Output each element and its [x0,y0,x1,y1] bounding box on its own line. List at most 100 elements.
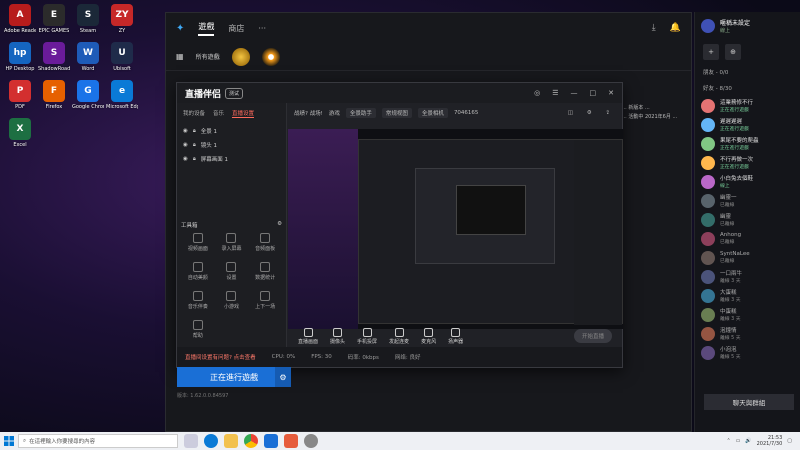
desktop-shortcut[interactable]: P PDF [4,80,36,110]
scene-item[interactable]: ◉ 🔒︎ 全景 1 [177,124,286,138]
stream-bottom-button[interactable]: 扬声器 [448,327,463,345]
friend-item[interactable]: 不行再做一次 正在進行遊戲 [695,153,800,172]
tab-games[interactable]: 遊戲 [198,21,215,36]
stream-bottom-button[interactable]: 麦克风 [421,327,436,345]
tool-item[interactable]: 上下一场 [248,291,282,310]
friend-item[interactable]: 遲遲遲遲 正在進行遊戲 [695,115,800,134]
window-control-icon[interactable]: ◎ [534,89,540,97]
friend-item[interactable]: 大蛋糕 離線 3 天 [695,286,800,305]
desktop-shortcut[interactable]: U Ubisoft [106,42,138,72]
tool-item[interactable]: 音乐伴奏 [181,291,215,310]
clock[interactable]: 21:53 2021/7/30 [757,435,783,447]
stream-preview[interactable] [288,129,623,329]
desktop-shortcut[interactable]: X Excel [4,118,36,148]
desktop-shortcut[interactable]: hp HP Desktop [4,42,36,72]
edge-icon[interactable] [204,434,218,448]
tab-battle[interactable]: 战绩? 战场! [294,109,323,117]
lock-icon[interactable]: 🔒︎ [193,156,196,163]
tool-item[interactable]: 数据统计 [248,262,282,281]
my-profile[interactable]: 暱稱未設定 線上 [695,12,800,40]
download-icon[interactable]: ⤓ [652,23,656,33]
window-control-icon[interactable]: ☰ [552,89,558,97]
chrome-icon[interactable] [244,434,258,448]
eye-icon[interactable]: ◉ [183,142,188,148]
all-games-label[interactable]: 所有遊戲 [196,52,220,61]
friend-item[interactable]: 小泡泡 離線 5 天 [695,343,800,362]
add-group-icon[interactable]: ⊕ [725,44,741,60]
desktop-shortcut[interactable]: S Steam [72,4,104,34]
friend-item[interactable]: SyntNaLee 已離線 [695,248,800,267]
tab-panorama-camera[interactable]: 全景相机 [417,108,448,118]
window-control-icon[interactable]: □ [590,89,597,97]
tab-my-devices[interactable]: 我的设备 [183,109,205,118]
notification-icon[interactable]: ▢ [787,438,792,444]
add-friend-icon[interactable]: + [703,44,719,60]
friend-item[interactable]: 泡鐘情 離線 5 天 [695,324,800,343]
friend-item[interactable]: 幽靈 已離線 [695,210,800,229]
window-control-icon[interactable]: ✕ [608,89,614,97]
tab-live-settings[interactable]: 直播设置 [232,109,255,118]
stream-bottom-button[interactable]: 手机投屏 [357,327,377,345]
stream-bottom-button[interactable]: 摄像头 [330,327,345,345]
taskbar-search-input[interactable]: ⌕ 在這裡輸入你要搜尋的內容 [18,434,178,448]
desktop-shortcut[interactable]: G Google Chrome [72,80,104,110]
friend-item[interactable]: 這業務修不行 正在進行遊戲 [695,96,800,115]
tool-item[interactable]: 帮助 [181,320,215,339]
desktop-shortcut[interactable]: ZY ZY [106,4,138,34]
overwatch-game-icon[interactable] [261,47,280,66]
desktop-shortcut[interactable]: A Adobe Reader [4,4,36,34]
gear-icon[interactable]: ⚙ [275,367,291,387]
friend-item[interactable]: 幽靈一 已離線 [695,191,800,210]
stream-bottom-button[interactable]: 发起连麦 [389,327,409,345]
stream-app-taskbar-icon[interactable] [284,434,298,448]
hearthstone-game-icon[interactable] [231,47,250,66]
lock-icon[interactable]: 🔒︎ [193,142,196,149]
volume-icon[interactable]: 🔊 [745,438,751,444]
desktop-shortcut[interactable]: S ShadowRoad [38,42,70,72]
friend-item[interactable]: 果尾不要的爬蟲 正在進行遊戲 [695,134,800,153]
tool-item[interactable]: 设置 [215,262,249,281]
toolbox-settings-icon[interactable]: ⚙ [277,221,282,229]
grid-icon[interactable]: ▦ [176,52,184,61]
eye-icon[interactable]: ◉ [183,156,188,162]
friend-item[interactable]: 一口兩牛 離線 3 天 [695,267,800,286]
friend-item[interactable]: 中蛋糕 離線 3 天 [695,305,800,324]
desktop-shortcut[interactable]: E EPIC GAMES [38,4,70,34]
network-icon[interactable]: ▭ [736,438,741,444]
battle-net-icon[interactable] [264,434,278,448]
tab-panorama[interactable]: 全景助手 [345,108,376,118]
scene-item[interactable]: ◉ 🔒︎ 屏幕画面 1 [177,152,286,166]
tab-more[interactable]: ··· [258,24,266,33]
lock-icon[interactable]: 🔒︎ [193,128,196,135]
desktop-shortcut[interactable]: e Microsoft Edge [106,80,138,110]
desktop-shortcut[interactable]: F Firefox [38,80,70,110]
start-live-button[interactable]: 开始直播 [573,329,612,343]
status-warning[interactable]: 直播间设置有问题? 点击查看 [185,353,256,361]
bell-icon[interactable]: 🔔 [670,23,681,33]
tool-item[interactable]: 自动美颜 [181,262,215,281]
overwatch-taskbar-icon[interactable] [304,434,318,448]
task-view-icon[interactable] [184,434,198,448]
tray-arrow-icon[interactable]: ⌃ [726,438,730,444]
stream-bottom-button[interactable]: 直播画面 [298,327,318,345]
tab-store[interactable]: 商店 [228,23,244,34]
tool-item[interactable]: 录入屏幕 [215,233,249,252]
tab-game[interactable]: 游戏 [329,109,340,117]
group-header[interactable]: 朋友 - 0/0 [695,64,800,80]
chat-groups-button[interactable]: 聊天與群組 [704,394,794,410]
windows-start-icon[interactable] [0,432,18,450]
friend-item[interactable]: 小白兔去個鞋 線上 [695,172,800,191]
tab-music[interactable]: 音乐 [213,109,224,118]
tool-item[interactable]: 小游戏 [215,291,249,310]
scene-item[interactable]: ◉ 🔒︎ 镜头 1 [177,138,286,152]
eye-icon[interactable]: ◉ [183,128,188,134]
window-control-icon[interactable]: — [571,89,578,97]
friend-item[interactable]: Anhong 已離線 [695,229,800,248]
tab-normal-view[interactable]: 常规视图 [381,108,412,118]
group-header[interactable]: 好友 - 8/30 [695,80,800,96]
file-explorer-icon[interactable] [224,434,238,448]
tool-item[interactable]: 视频画面 [181,233,215,252]
playing-game-button[interactable]: 正在進行遊戲 ⚙ [177,367,291,387]
tool-item[interactable]: 音频面板 [248,233,282,252]
desktop-shortcut[interactable]: W Word [72,42,104,72]
